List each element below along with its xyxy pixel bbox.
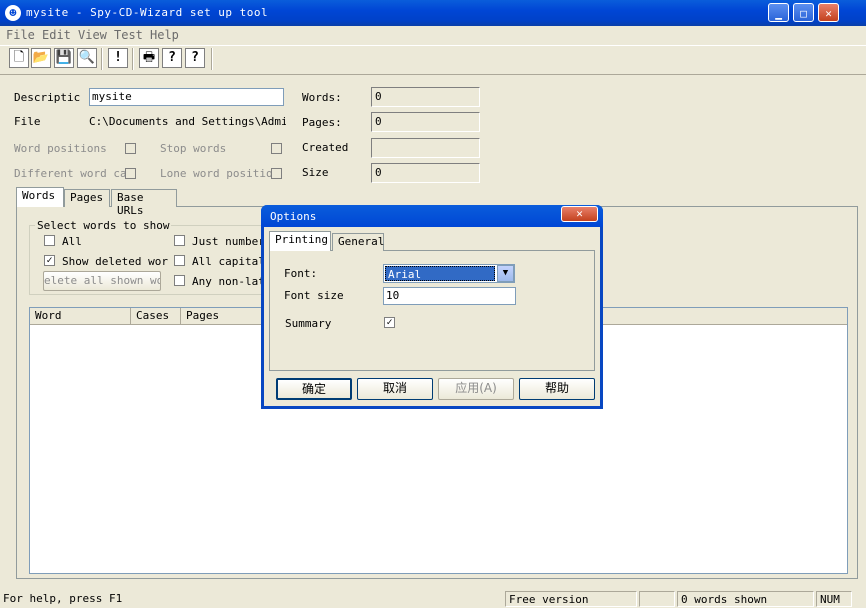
word-positions-checkbox[interactable] <box>125 143 136 154</box>
column-header-cases[interactable]: Cases <box>131 308 181 325</box>
dialog-close-button[interactable]: ✕ <box>561 206 598 222</box>
column-header-word[interactable]: Word <box>30 308 131 325</box>
toolbar-separator <box>132 48 134 70</box>
close-button[interactable]: ✕ <box>818 3 839 22</box>
words-count-value: 0 <box>371 87 480 107</box>
summary-checkbox[interactable]: ✓ <box>384 317 395 328</box>
all-capitals-label: All capitals <box>192 255 262 268</box>
menu-help[interactable]: Help <box>150 28 179 42</box>
ok-button[interactable]: 确定 <box>276 378 352 400</box>
exclamation-icon[interactable]: ! <box>108 48 128 68</box>
status-version: Free version <box>505 591 637 607</box>
size-value: 0 <box>371 163 480 183</box>
file-label: File <box>14 115 41 128</box>
maximize-button[interactable]: □ <box>793 3 814 22</box>
created-label: Created <box>302 141 349 154</box>
status-empty-cell <box>639 591 675 607</box>
just-numbers-label: Just numbers <box>192 235 262 248</box>
tab-pages[interactable]: Pages <box>64 189 110 207</box>
description-input[interactable]: mysite <box>89 88 284 106</box>
dialog-tab-general[interactable]: General <box>332 233 384 251</box>
cancel-button[interactable]: 取消 <box>357 378 433 400</box>
font-label: Font: <box>284 267 318 280</box>
delete-shown-words-button[interactable]: elete all shown wor <box>43 271 161 291</box>
words-count-label: Words: <box>302 91 342 104</box>
any-non-latin-checkbox[interactable] <box>174 275 185 286</box>
size-label: Size <box>302 166 329 179</box>
different-word-case-checkbox[interactable] <box>125 168 136 179</box>
toolbar-separator <box>101 48 103 70</box>
dialog-title: Options <box>270 210 317 223</box>
toolbar <box>0 45 866 75</box>
menu-file[interactable]: File <box>6 28 35 42</box>
pages-count-label: Pages: <box>302 116 342 129</box>
show-deleted-checkbox[interactable]: ✓ <box>44 255 55 266</box>
created-value <box>371 138 480 158</box>
font-select-value: Arial <box>385 266 495 281</box>
tab-base-urls[interactable]: Base URLs <box>111 189 177 217</box>
all-checkbox[interactable] <box>44 235 55 246</box>
font-size-input[interactable]: 10 <box>383 287 516 305</box>
new-icon[interactable]: 🗋 <box>9 48 29 68</box>
open-icon[interactable]: 📂 <box>31 48 51 68</box>
print-icon[interactable]: 🖶 <box>139 48 159 68</box>
menu-view[interactable]: View <box>78 28 107 42</box>
tab-words[interactable]: Words <box>16 187 64 207</box>
stop-words-label: Stop words <box>160 142 227 155</box>
all-capitals-checkbox[interactable] <box>174 255 185 266</box>
window-title: mysite - Spy-CD-Wizard set up tool <box>26 6 269 19</box>
all-label: All <box>62 235 82 248</box>
show-deleted-label: Show deleted words <box>62 255 168 268</box>
dialog-tab-printing[interactable]: Printing <box>269 231 331 251</box>
context-help-icon[interactable]: ? <box>185 48 205 68</box>
just-numbers-checkbox[interactable] <box>174 235 185 246</box>
word-positions-label: Word positions <box>14 142 107 155</box>
different-word-case-label: Different word cas <box>14 167 126 180</box>
file-path: C:\Documents and Settings\Adminis <box>89 115 286 128</box>
pages-count-value: 0 <box>371 112 480 132</box>
search-icon[interactable]: 🔍 <box>77 48 97 68</box>
chevron-down-icon[interactable]: ▼ <box>497 265 514 282</box>
description-label: Descriptic <box>14 91 81 104</box>
apply-button[interactable]: 应用(A) <box>438 378 514 400</box>
status-help-text: For help, press F1 <box>3 592 123 605</box>
minimize-button[interactable]: ▁ <box>768 3 789 22</box>
menu-edit[interactable]: Edit <box>42 28 71 42</box>
app-icon[interactable]: ☻ <box>5 5 21 21</box>
any-non-latin-label: Any non-lati <box>192 275 262 288</box>
status-num: NUM <box>816 591 852 607</box>
lone-word-positions-checkbox[interactable] <box>271 168 282 179</box>
summary-label: Summary <box>285 317 332 330</box>
help-icon[interactable]: ? <box>162 48 182 68</box>
status-words-shown: 0 words shown <box>677 591 814 607</box>
toolbar-separator <box>211 48 213 70</box>
stop-words-checkbox[interactable] <box>271 143 282 154</box>
select-words-group-title: Select words to show <box>35 219 172 232</box>
save-icon[interactable]: 💾 <box>54 48 74 68</box>
help-button[interactable]: 帮助 <box>519 378 595 400</box>
font-size-label: Font size <box>284 289 344 302</box>
lone-word-positions-label: Lone word positions <box>160 167 274 180</box>
menu-test[interactable]: Test <box>114 28 143 42</box>
